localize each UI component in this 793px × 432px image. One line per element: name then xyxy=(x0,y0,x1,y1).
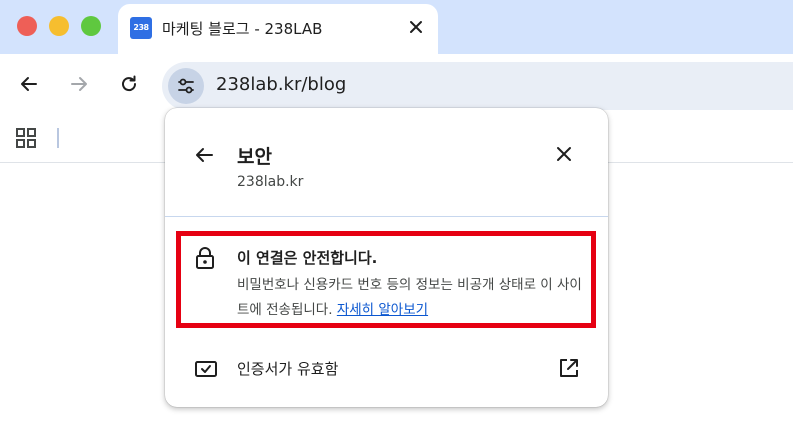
window-close-button[interactable] xyxy=(17,16,37,36)
reload-icon xyxy=(122,75,137,92)
popup-title: 보안 xyxy=(237,146,272,168)
connection-status-description: 비밀번호나 신용카드 번호 등의 정보는 비공개 상태로 이 사이트에 전송됩니… xyxy=(237,273,582,323)
security-popup: 보안 238lab.kr 이 연결은 안전합니다. 비밀번호나 신용카드 번호 … xyxy=(165,108,608,407)
close-icon xyxy=(410,21,422,33)
tab-strip: 238 마케팅 블로그 - 238LAB xyxy=(0,0,793,54)
back-button[interactable] xyxy=(15,70,43,98)
forward-arrow-icon xyxy=(71,77,87,91)
connection-status-title: 이 연결은 안전합니다. xyxy=(237,249,378,267)
window-minimize-button[interactable] xyxy=(49,16,69,36)
tab-close-button[interactable] xyxy=(404,15,428,39)
tab-title: 마케팅 블로그 - 238LAB xyxy=(162,20,323,38)
bookmarks-separator xyxy=(57,128,59,148)
reload-button[interactable] xyxy=(115,70,143,98)
learn-more-link[interactable]: 자세히 알아보기 xyxy=(337,302,428,318)
url-text[interactable]: 238lab.kr/blog xyxy=(216,74,346,95)
close-icon[interactable] xyxy=(554,144,574,164)
back-arrow-icon[interactable] xyxy=(193,144,215,166)
popup-domain: 238lab.kr xyxy=(237,174,304,190)
site-favicon: 238 xyxy=(130,17,152,39)
address-bar[interactable]: 238lab.kr/blog xyxy=(162,62,793,110)
back-arrow-icon xyxy=(21,77,37,91)
window-zoom-button[interactable] xyxy=(81,16,101,36)
certificate-status[interactable]: 인증서가 유효함 xyxy=(237,358,338,379)
site-info-button[interactable] xyxy=(168,68,204,104)
apps-grid-icon[interactable] xyxy=(15,127,37,149)
browser-toolbar: 238lab.kr/blog xyxy=(0,54,793,116)
lock-icon xyxy=(196,247,214,269)
popup-divider xyxy=(165,216,608,217)
certificate-icon xyxy=(195,361,217,377)
forward-button[interactable] xyxy=(65,70,93,98)
site-settings-icon xyxy=(178,78,194,94)
external-link-icon[interactable] xyxy=(558,357,580,379)
browser-tab[interactable]: 238 마케팅 블로그 - 238LAB xyxy=(118,4,438,54)
